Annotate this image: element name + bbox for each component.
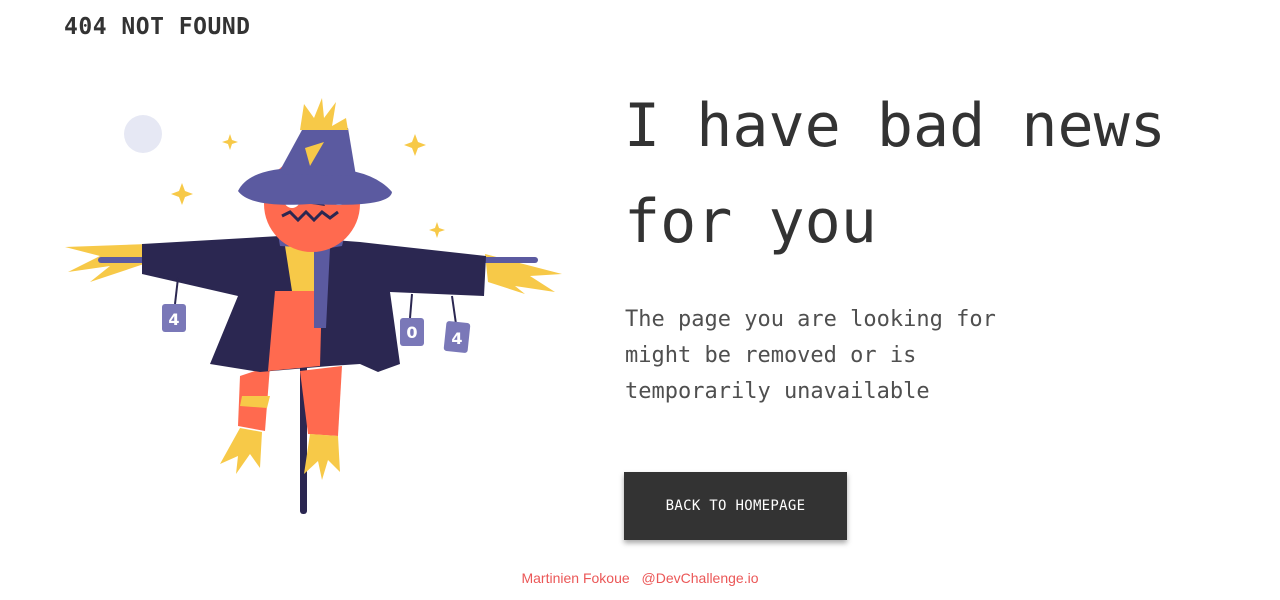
error-message: The page you are looking for might be re… bbox=[625, 307, 996, 404]
page-headline: I have bad news for you bbox=[624, 91, 1166, 257]
page-brand-title: 404 NOT FOUND bbox=[64, 14, 251, 40]
back-to-homepage-button[interactable]: BACK TO HOMEPAGE bbox=[624, 472, 847, 540]
can-label: 4 bbox=[168, 310, 179, 329]
can-middle: 0 bbox=[400, 293, 424, 346]
scarecrow-illustration: 4 0 4 bbox=[65, 98, 562, 514]
footer-author: Martinien Fokoue bbox=[521, 570, 630, 586]
footer-handle[interactable]: @DevChallenge.io bbox=[642, 570, 759, 586]
can-label: 4 bbox=[451, 329, 462, 348]
moon-icon bbox=[124, 115, 162, 153]
can-label: 0 bbox=[406, 323, 417, 342]
can-left: 4 bbox=[162, 277, 186, 332]
can-right: 4 bbox=[443, 295, 471, 353]
footer-credits: Martinien Fokoue @DevChallenge.io bbox=[0, 570, 1280, 586]
